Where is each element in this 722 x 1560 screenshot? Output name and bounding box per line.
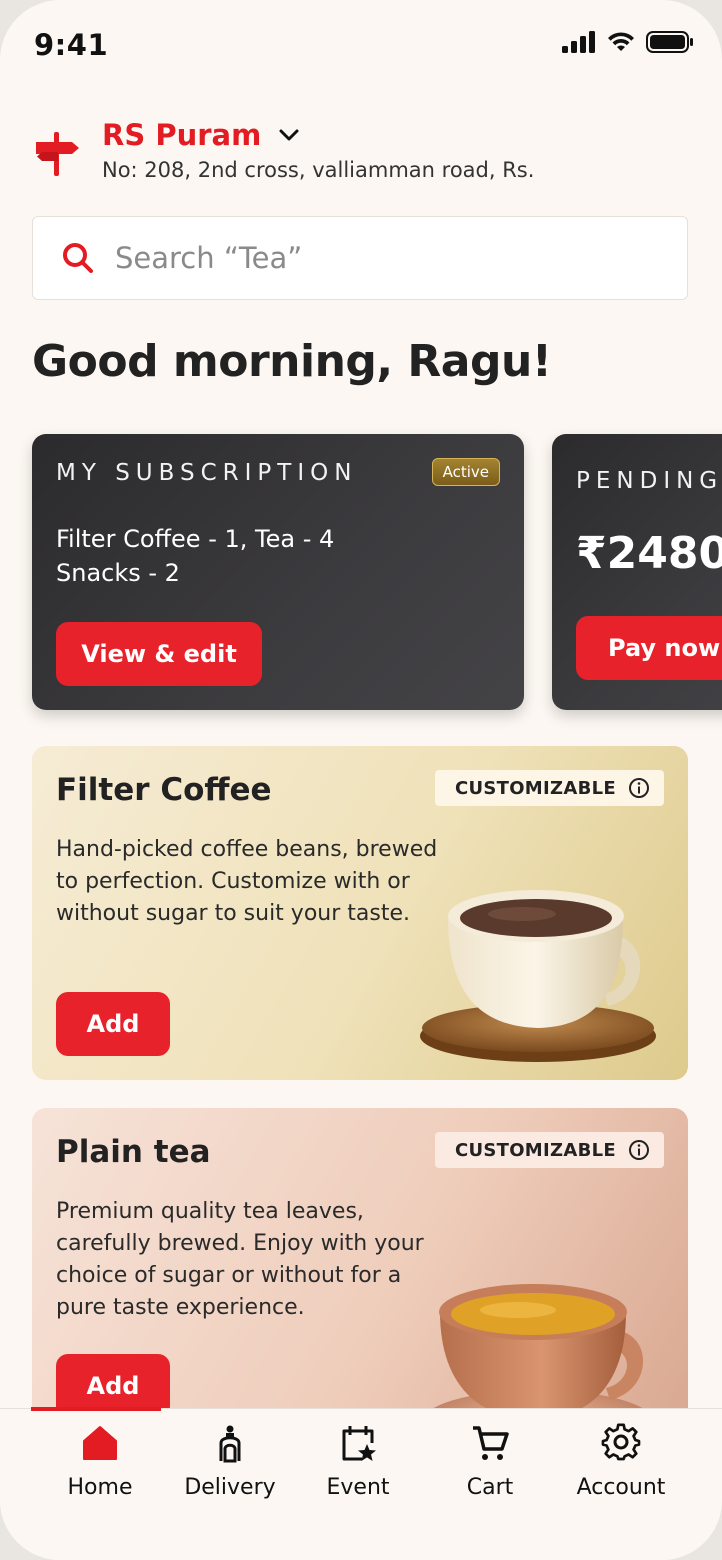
bottom-navigation: Home Delivery Event Cart Account — [0, 1407, 722, 1560]
nav-label: Event — [326, 1475, 390, 1500]
greeting-heading: Good morning, Ragu! — [32, 336, 552, 387]
subscription-items-line: Snacks - 2 — [56, 559, 180, 587]
status-bar: 9:41 — [0, 0, 722, 92]
product-title: Plain tea — [56, 1134, 211, 1170]
info-icon[interactable] — [628, 777, 650, 799]
pay-now-button[interactable]: Pay now — [576, 616, 722, 680]
battery-icon — [646, 31, 693, 53]
search-icon — [63, 243, 93, 273]
coffee-cup-image — [420, 890, 656, 1062]
search-input[interactable] — [115, 241, 635, 275]
product-description: Hand-picked coffee beans, brewed to perf… — [56, 837, 438, 926]
pending-amount: ₹2480 — [576, 528, 722, 579]
info-icon[interactable] — [628, 1139, 650, 1161]
event-icon — [342, 1426, 376, 1461]
location-address: No: 208, 2nd cross, valliamman road, Rs. — [102, 158, 535, 182]
chevron-down-icon — [279, 129, 299, 141]
subscription-card: MY SUBSCRIPTION Active Filter Coffee - 1… — [32, 434, 524, 710]
product-card-plain-tea: Plain tea CUSTOMIZABLE Premium quality t… — [32, 1108, 688, 1442]
nav-item-delivery[interactable]: Delivery — [165, 1423, 295, 1523]
nav-label: Delivery — [184, 1475, 276, 1500]
nav-item-event[interactable]: Event — [293, 1423, 423, 1523]
location-selector[interactable]: RS Puram No: 208, 2nd cross, valliamman … — [32, 118, 652, 188]
pending-label: PENDING — [576, 468, 722, 494]
location-city[interactable]: RS Puram — [102, 118, 299, 152]
nav-item-home[interactable]: Home — [35, 1423, 165, 1523]
customizable-label: CUSTOMIZABLE — [454, 1139, 616, 1161]
customizable-badge[interactable]: CUSTOMIZABLE — [434, 770, 664, 806]
subscription-items: Filter Coffee - 1, Tea - 4 Snacks - 2 — [56, 522, 334, 590]
nav-label: Home — [67, 1475, 133, 1500]
signpost-icon — [36, 132, 79, 176]
gear-icon — [601, 1423, 641, 1461]
view-edit-button[interactable]: View & edit — [56, 622, 262, 686]
product-card-filter-coffee: Filter Coffee CUSTOMIZABLE Hand-picked c… — [32, 746, 688, 1080]
subscription-items-line: Filter Coffee - 1, Tea - 4 — [56, 525, 335, 553]
pending-card: PENDING ₹2480 Pay now — [552, 434, 722, 710]
city-label: RS Puram — [102, 118, 262, 152]
nav-label: Account — [576, 1475, 666, 1500]
wifi-icon — [608, 32, 634, 51]
signal-icon — [562, 31, 595, 53]
app-screen: 9:41 RS Puram No: 208, 2nd cross, vallia… — [0, 0, 722, 1560]
nav-label: Cart — [466, 1475, 514, 1500]
search-bar[interactable] — [32, 216, 688, 300]
active-tab-indicator — [31, 1407, 161, 1411]
subscription-label: MY SUBSCRIPTION — [56, 460, 358, 486]
home-icon — [83, 1426, 117, 1460]
add-button[interactable]: Add — [56, 992, 170, 1056]
product-description: Premium quality tea leaves, carefully br… — [56, 1199, 424, 1320]
nav-item-account[interactable]: Account — [556, 1423, 686, 1523]
nav-item-cart[interactable]: Cart — [425, 1423, 555, 1523]
customizable-badge[interactable]: CUSTOMIZABLE — [434, 1132, 664, 1168]
status-icons — [562, 30, 694, 54]
cart-icon — [473, 1426, 509, 1460]
status-time: 9:41 — [34, 28, 109, 62]
delivery-icon — [219, 1425, 241, 1463]
product-title: Filter Coffee — [56, 772, 272, 808]
customizable-label: CUSTOMIZABLE — [454, 777, 616, 799]
status-badge: Active — [431, 458, 500, 486]
